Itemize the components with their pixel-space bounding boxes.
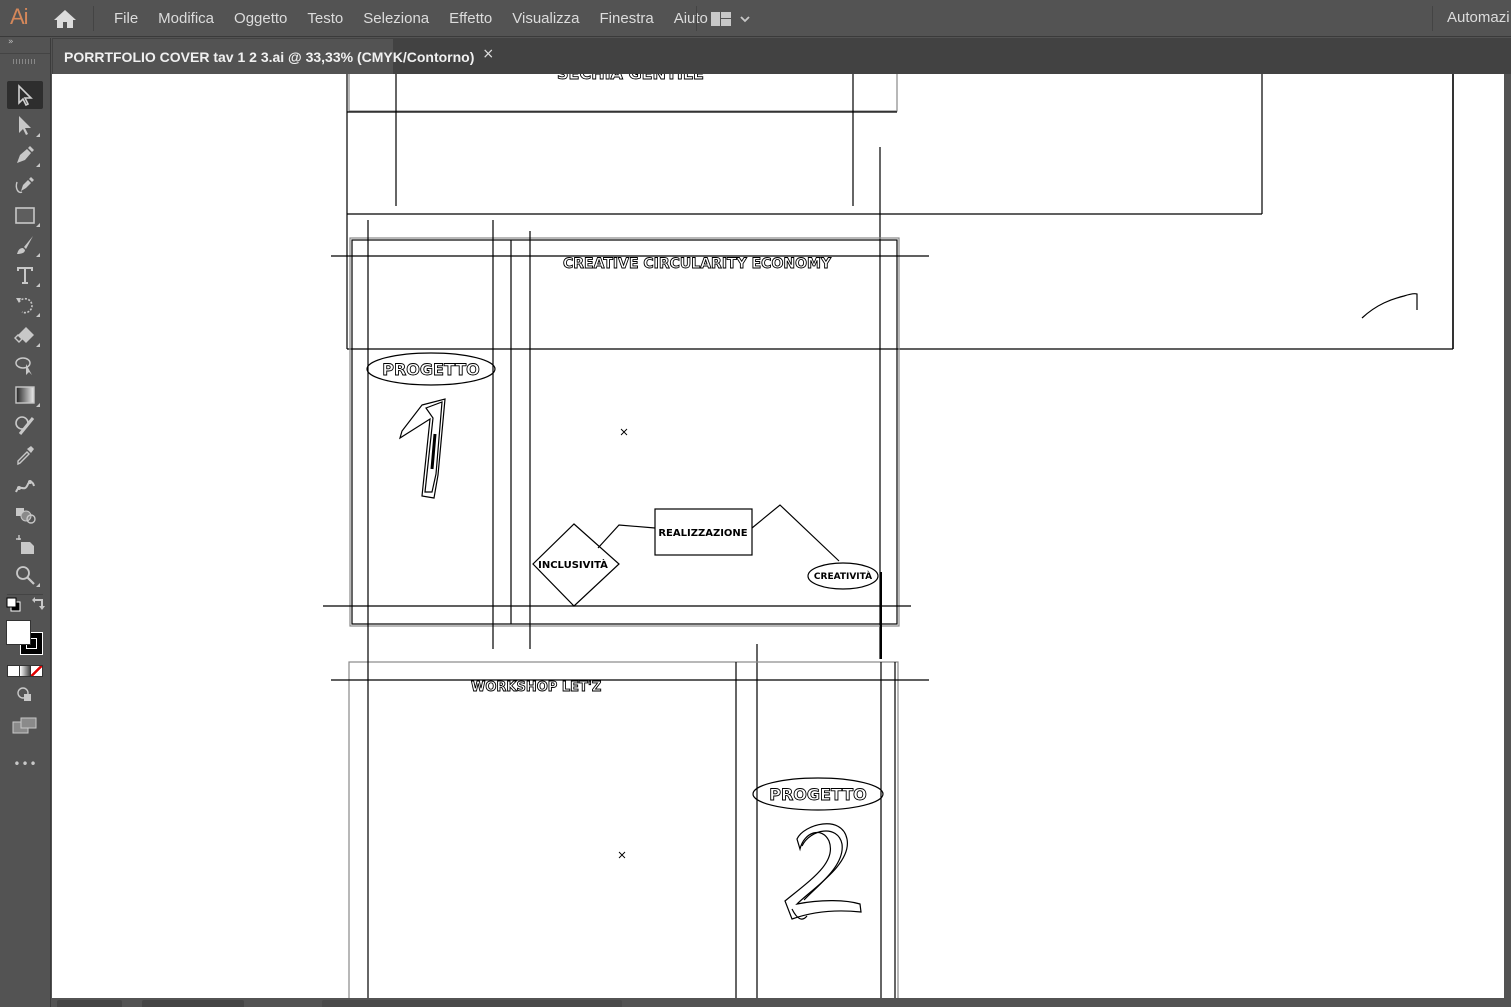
menu-file[interactable]: File (104, 0, 148, 37)
section2-frame (348, 661, 899, 998)
menu-seleziona[interactable]: Seleziona (353, 0, 439, 37)
shape-builder-tool[interactable] (7, 411, 43, 439)
menu-testo[interactable]: Testo (297, 0, 353, 37)
fill-color-swatch[interactable] (6, 620, 31, 645)
collapse-panel-icon[interactable]: » (8, 37, 13, 47)
menu-visualizza[interactable]: Visualizza (502, 0, 589, 37)
menu-oggetto[interactable]: Oggetto (224, 0, 297, 37)
menu-separator (1432, 6, 1433, 31)
curvature-pen-icon (15, 177, 34, 194)
pen-tool[interactable] (7, 141, 43, 169)
rotate-icon (16, 297, 33, 314)
type-tool[interactable] (7, 261, 43, 289)
workspace-layout-icon (711, 12, 750, 26)
creativita-label: CREATIVITÀ (814, 570, 872, 582)
paintbrush-tool[interactable] (7, 231, 43, 259)
selection-arrow-icon (18, 84, 33, 106)
close-icon[interactable]: × (482, 46, 494, 62)
progetto-1-label: PROGETTO (382, 360, 480, 379)
artboard-tool[interactable] (7, 531, 43, 559)
app-logo: Ai (10, 4, 29, 29)
direct-selection-icon (19, 116, 31, 135)
home-icon[interactable] (53, 9, 77, 29)
menu-separator (93, 6, 94, 31)
color-mode-buttons (7, 665, 43, 677)
panel-grip-handle[interactable] (13, 59, 37, 64)
number-1-outline (398, 398, 446, 499)
menu-separator (696, 6, 697, 31)
status-info-field (322, 1000, 622, 1007)
gradient-mode-button[interactable] (19, 666, 32, 676)
section2-title: WORKSHOP LET'Z (471, 680, 601, 695)
blend-icon (15, 480, 35, 493)
menu-effetto[interactable]: Effetto (439, 0, 502, 37)
eyedropper-icon (17, 446, 34, 466)
symbol-sprayer-tool[interactable] (7, 501, 43, 529)
toolbar-divider (7, 594, 43, 595)
rectangle-icon (15, 207, 35, 224)
artboard-icon (16, 535, 34, 554)
eraser-tool[interactable] (7, 321, 43, 349)
document-tab-bar: PORRTFOLIO COVER tav 1 2 3.ai @ 33,33% (… (52, 38, 1511, 74)
section1-title: CREATIVE CIRCULARITY ECONOMY (563, 256, 832, 272)
tools-panel-header: » (0, 37, 50, 54)
zoom-level-field[interactable] (57, 1000, 122, 1007)
puppet-warp-icon (15, 357, 32, 375)
menu-bar: Ai File Modifica Oggetto Testo Seleziona… (0, 0, 1511, 37)
menu-modifica[interactable]: Modifica (148, 0, 224, 37)
paintbrush-icon (17, 236, 33, 254)
document-tab[interactable]: PORRTFOLIO COVER tav 1 2 3.ai @ 33,33% (… (53, 39, 494, 74)
number-2-outline (784, 823, 862, 920)
header-title-text: SECHIA GENTILE (557, 74, 704, 83)
rotation-field[interactable] (142, 1000, 202, 1007)
tools-panel: » ••• (0, 37, 51, 1007)
rotate-tool[interactable] (7, 291, 43, 319)
center-mark (620, 428, 628, 436)
blend-tool[interactable] (7, 471, 43, 499)
workspace-switcher-button[interactable] (710, 9, 756, 29)
main-menu: File Modifica Oggetto Testo Seleziona Ef… (104, 0, 718, 37)
automation-label[interactable]: Automazi (1447, 0, 1510, 37)
document-tab-title: PORRTFOLIO COVER tav 1 2 3.ai @ 33,33% (… (64, 48, 475, 65)
none-mode-button[interactable] (31, 666, 43, 676)
puppet-warp-tool[interactable] (7, 351, 43, 379)
center-mark (618, 851, 626, 859)
stray-path (1361, 293, 1418, 319)
gradient-icon (15, 386, 35, 404)
type-icon (17, 267, 33, 284)
gradient-tool[interactable] (7, 381, 43, 409)
connector-line (597, 524, 656, 549)
progetto-2-label: PROGETTO (769, 785, 867, 804)
color-mode-button[interactable] (8, 666, 20, 676)
selection-tool[interactable] (7, 81, 43, 109)
connector-line (751, 504, 840, 562)
artboard-canvas[interactable]: SECHIA GENTILE CREATIVE CIRCULARITY ECON… (52, 74, 1504, 998)
swap-fill-stroke-icon[interactable] (31, 597, 47, 613)
direct-selection-tool[interactable] (7, 111, 43, 139)
inclusivita-label: INCLUSIVITÀ (538, 558, 608, 571)
curvature-tool[interactable] (7, 171, 43, 199)
realizzazione-label: REALIZZAZIONE (658, 528, 747, 539)
status-bar (52, 998, 1511, 1007)
menu-finestra[interactable]: Finestra (590, 0, 664, 37)
shape-builder-icon (15, 416, 35, 435)
zoom-tool[interactable] (7, 561, 43, 589)
eraser-icon (14, 327, 34, 343)
screen-mode-icon[interactable] (12, 716, 38, 736)
artwork-outline-view: SECHIA GENTILE CREATIVE CIRCULARITY ECON… (323, 74, 1454, 998)
zoom-icon (16, 566, 35, 585)
eyedropper-tool[interactable] (7, 441, 43, 469)
draw-mode-icon[interactable] (16, 686, 34, 704)
artboard-nav-field[interactable] (194, 1000, 244, 1007)
default-fill-stroke-icon[interactable] (6, 597, 22, 613)
more-tools-icon[interactable]: ••• (0, 757, 51, 771)
vertical-scrollbar[interactable] (1504, 74, 1511, 998)
rectangle-tool[interactable] (7, 201, 43, 229)
symbol-sprayer-icon (16, 508, 36, 524)
pen-icon (17, 146, 34, 163)
